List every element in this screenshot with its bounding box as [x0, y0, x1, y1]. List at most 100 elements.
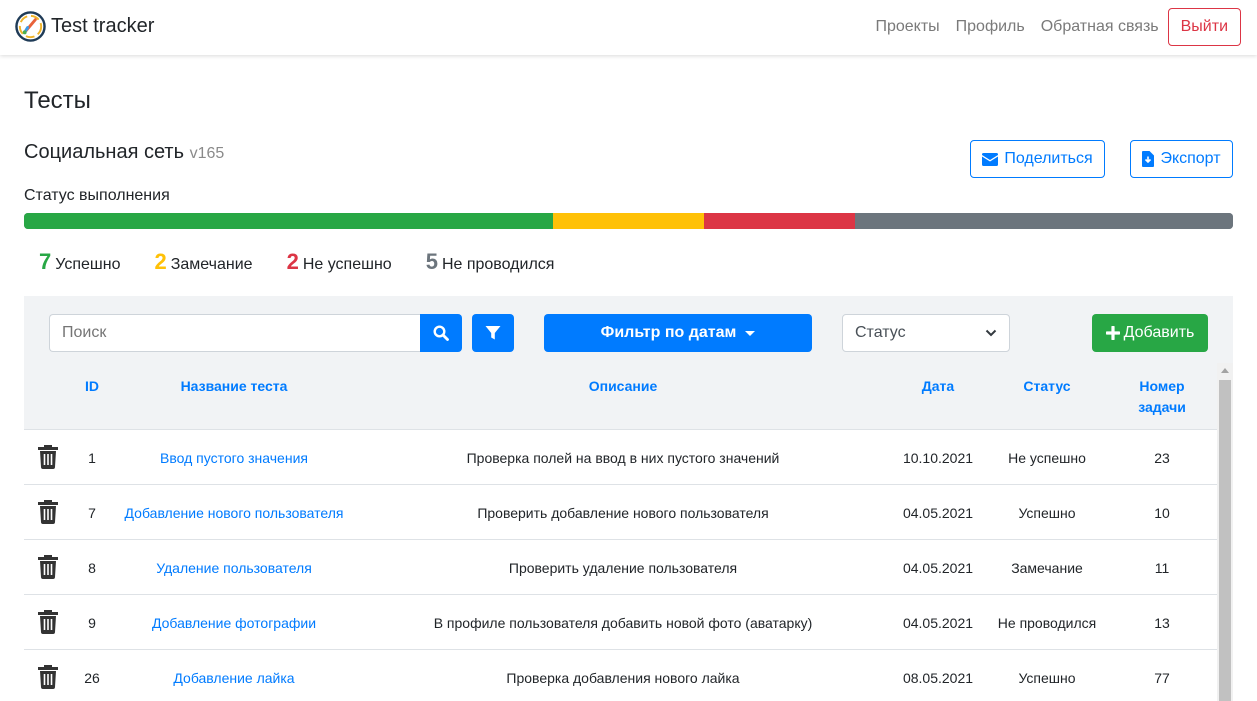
cell-task-number: 11 [1154, 559, 1170, 576]
stat-success-count: 7 [39, 249, 52, 274]
add-test-button[interactable]: Добавить [1092, 314, 1208, 352]
cell-id: 26 [84, 669, 100, 686]
header-task-number[interactable]: Номер задачи [1110, 376, 1214, 418]
cell-name-link[interactable]: Добавление нового пользователя [114, 485, 354, 540]
header-task-line2: задачи [1138, 399, 1186, 415]
filter-button[interactable] [472, 314, 514, 352]
nav-link-feedback[interactable]: Обратная связь [1041, 18, 1159, 36]
logo-icon [15, 11, 46, 42]
cell-description: Проверить добавление нового пользователя [477, 504, 769, 521]
scrollbar-thumb[interactable] [1219, 380, 1231, 701]
file-download-icon [1142, 151, 1155, 167]
search-icon [433, 325, 449, 341]
stat-not-run-label: Не проводился [441, 256, 555, 273]
stat-warning-label: Замечание [170, 256, 253, 273]
header-task-line1: Номер [1139, 378, 1185, 394]
scroll-up-arrow-icon[interactable] [1221, 368, 1229, 373]
logout-button[interactable]: Выйти [1167, 8, 1241, 46]
nav-links: Проекты Профиль Обратная связь Выйти [875, 8, 1241, 46]
table-row: 9 Добавление фотографии В профиле пользо… [24, 595, 1217, 650]
cell-date: 10.10.2021 [902, 449, 974, 466]
header-date[interactable]: Дата [892, 376, 984, 397]
cell-date: 04.05.2021 [902, 614, 974, 631]
stat-failed-label: Не успешно [302, 256, 392, 273]
table-scrollbar[interactable] [1217, 363, 1233, 701]
cell-id: 8 [88, 559, 96, 576]
stat-success-label: Успешно [55, 256, 121, 273]
cell-id: 7 [88, 504, 96, 521]
cell-description: Проверка добавления нового лайка [506, 669, 740, 686]
cell-name-link[interactable]: Ввод пустого значения [114, 430, 354, 485]
cell-date: 08.05.2021 [902, 669, 974, 686]
status-summary: 7 Успешно 2 Замечание 2 Не успешно 5 Не … [39, 249, 588, 275]
nav-link-projects[interactable]: Проекты [875, 18, 939, 36]
header-name[interactable]: Название теста [114, 376, 354, 397]
filter-icon [485, 326, 501, 340]
header-description[interactable]: Описание [354, 376, 892, 397]
cell-description: В профиле пользователя добавить новой фо… [433, 614, 813, 631]
stat-failed-count: 2 [286, 249, 299, 274]
plus-icon [1105, 326, 1120, 340]
cell-id: 1 [88, 449, 96, 466]
header-status[interactable]: Статус [984, 376, 1110, 397]
page-title: Тесты [24, 87, 91, 114]
cell-status: Не успешно [1008, 449, 1086, 466]
brand[interactable]: Test tracker [15, 11, 154, 42]
filter-panel: Фильтр по датам Статус Добавить [24, 296, 1233, 363]
search-input[interactable] [49, 314, 421, 352]
table-header: ID Название теста Описание Дата Статус Н… [24, 363, 1217, 430]
table-row: 26 Добавление лайка Проверка добавления … [24, 650, 1217, 701]
cell-description: Проверка полей на ввод в них пустого зна… [466, 449, 780, 466]
progress-segment-1 [552, 213, 705, 229]
export-button[interactable]: Экспорт [1130, 140, 1233, 178]
status-progress-bar [24, 213, 1233, 229]
cell-task-number: 13 [1154, 614, 1170, 631]
brand-name: Test tracker [51, 15, 155, 37]
trash-icon[interactable] [37, 443, 59, 469]
cell-date: 04.05.2021 [902, 559, 974, 576]
add-label: Добавить [1123, 324, 1195, 341]
cell-status: Замечание [1011, 559, 1083, 576]
cell-status: Успешно [1018, 504, 1076, 521]
cell-date: 04.05.2021 [902, 504, 974, 521]
cell-name-link[interactable]: Добавление лайка [114, 650, 354, 701]
stat-warning-count: 2 [154, 249, 167, 274]
cell-name-link[interactable]: Удаление пользователя [114, 540, 354, 595]
cell-id: 9 [88, 614, 96, 631]
progress-segment-3 [855, 213, 1233, 229]
date-filter-label: Фильтр по датам [600, 324, 737, 341]
header-id[interactable]: ID [72, 376, 112, 397]
stat-not-run-count: 5 [425, 249, 438, 274]
project-version: v165 [189, 145, 225, 162]
table-row: 7 Добавление нового пользователя Провери… [24, 485, 1217, 540]
trash-icon[interactable] [37, 663, 59, 689]
stat-failed: 2 Не успешно [287, 249, 392, 275]
cell-status: Успешно [1018, 669, 1076, 686]
trash-icon[interactable] [37, 608, 59, 634]
progress-label: Статус выполнения [24, 187, 170, 204]
envelope-icon [982, 152, 999, 166]
stat-not-run: 5 Не проводился [426, 249, 555, 275]
cell-description: Проверить удаление пользователя [508, 559, 738, 576]
cell-task-number: 10 [1154, 504, 1170, 521]
caret-down-icon [745, 330, 756, 336]
table-row: 1 Ввод пустого значения Проверка полей н… [24, 430, 1217, 485]
search-button[interactable] [420, 314, 462, 352]
trash-icon[interactable] [37, 553, 59, 579]
progress-segment-0 [24, 213, 553, 229]
trash-icon[interactable] [37, 498, 59, 524]
project-name: Социальная сеть [24, 141, 184, 163]
share-button[interactable]: Поделиться [970, 140, 1105, 178]
cell-task-number: 23 [1154, 449, 1170, 466]
cell-name-link[interactable]: Добавление фотографии [114, 595, 354, 650]
table-row: 8 Удаление пользователя Проверить удален… [24, 540, 1217, 595]
status-select[interactable]: Статус [842, 314, 1010, 352]
cell-task-number: 77 [1154, 669, 1170, 686]
status-select-value: Статус [855, 324, 906, 341]
project-title: Социальная сеть v165 [24, 141, 224, 164]
date-filter-button[interactable]: Фильтр по датам [544, 314, 812, 352]
nav-link-profile[interactable]: Профиль [956, 18, 1025, 36]
share-label: Поделиться [1004, 150, 1093, 167]
progress-segment-2 [704, 213, 856, 229]
cell-status: Не проводился [997, 614, 1097, 631]
